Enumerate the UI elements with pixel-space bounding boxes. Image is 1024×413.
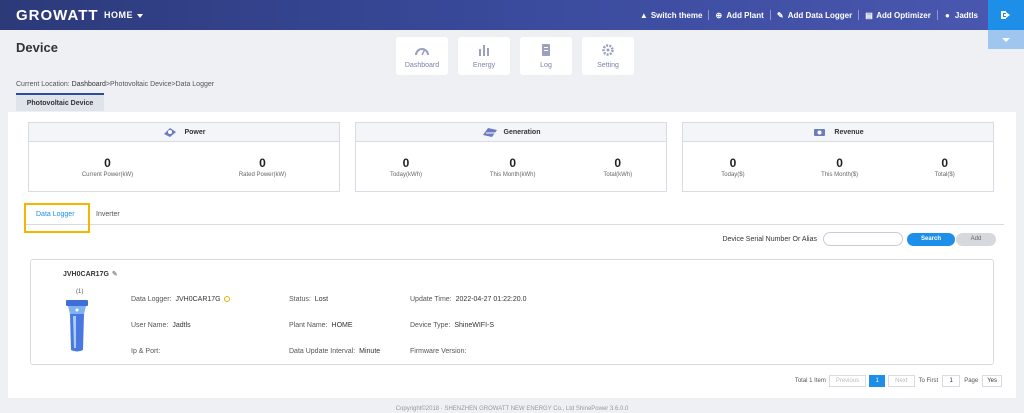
chevron-down-icon xyxy=(1002,37,1010,42)
user-icon: ● xyxy=(944,10,950,20)
field-user-name: User Name: Jadtls xyxy=(131,322,191,329)
pager-page-input[interactable]: 1 xyxy=(942,375,961,387)
add-plant-link[interactable]: ⊕ Add Plant xyxy=(709,10,771,20)
pagination: Total 1 Item Previous 1 Next To First 1 … xyxy=(795,375,1002,387)
info-icon[interactable] xyxy=(223,296,230,303)
home-menu[interactable]: HOME xyxy=(104,10,143,20)
logout-button[interactable] xyxy=(988,0,1024,30)
logger-name: JVH0CAR17G ✎ xyxy=(63,271,118,278)
field-firmware-version: Firmware Version: xyxy=(410,348,467,355)
current-power: 0 Current Power(kW) xyxy=(81,156,134,178)
power-icon xyxy=(164,128,177,137)
tab-inverter[interactable]: Inverter xyxy=(96,211,120,218)
add-data-logger-link[interactable]: ✎ Add Data Logger xyxy=(771,10,860,20)
home-menu-label: HOME xyxy=(104,10,133,20)
footer: Copyright©2018 · SHENZHEN GROWATT NEW EN… xyxy=(395,406,629,412)
generation-panel: Generation 0 Today(kWh) 0 This Month(kWh) … xyxy=(355,122,667,192)
power-panel-header: Power xyxy=(29,123,339,142)
add-optimizer-link[interactable]: ▤ Add Optimizer xyxy=(859,10,938,20)
power-panel: Power 0 Current Power(kW) 0 Rated Power(kW… xyxy=(28,122,340,192)
field-device-type: Device Type: ShineWIFI-S xyxy=(410,322,495,329)
search-label: Device Serial Number Or Alias xyxy=(722,235,817,243)
gear-icon xyxy=(602,43,614,56)
user-menu[interactable]: ● Jadtls xyxy=(938,10,984,20)
top-bar: GROWATT HOME ▲ Switch theme ⊕ Add Plant ✎ A… xyxy=(0,0,1024,30)
quick-nav: Dashboard Energy Log Setting xyxy=(396,37,634,75)
device-sub-tabs: Data Logger Inverter xyxy=(24,205,1004,225)
search-button[interactable]: Search xyxy=(907,232,955,246)
main-card: Power 0 Current Power(kW) 0 Rated Power(kW… xyxy=(8,112,1016,398)
quick-nav-log[interactable]: Log xyxy=(520,37,572,75)
shine-wifi-device-icon xyxy=(66,300,88,352)
shirt-icon: ▲ xyxy=(639,10,648,20)
growatt-logo[interactable]: GROWATT xyxy=(16,7,99,24)
quick-nav-dashboard[interactable]: Dashboard xyxy=(396,37,448,75)
bar-chart-icon xyxy=(479,44,489,56)
breadcrumb-dashboard-link[interactable]: Dashboard xyxy=(72,81,106,88)
gauge-icon xyxy=(415,47,429,55)
pencil-icon: ✎ xyxy=(776,10,784,20)
generation-icon xyxy=(482,128,497,137)
search-row: Device Serial Number Or Alias Search Add xyxy=(722,232,996,246)
pager-to-first: To First xyxy=(918,378,939,384)
revenue-panel: Revenue 0 Today($) 0 This Month($) 0 Total(… xyxy=(682,122,994,192)
add-button[interactable]: Add xyxy=(956,232,996,246)
data-logger-card: JVH0CAR17G ✎ (1) Data Logger: JVH0CAR17G S… xyxy=(30,259,994,365)
plus-circle-icon: ⊕ xyxy=(715,10,723,20)
pager-total: Total 1 Item xyxy=(794,378,826,384)
revenue-panel-header: Revenue xyxy=(683,123,993,142)
optimizer-icon: ▤ xyxy=(865,10,873,20)
pager-next-button[interactable]: Next xyxy=(888,375,915,387)
edit-pencil-icon[interactable]: ✎ xyxy=(112,271,118,278)
breadcrumb: Current Location: Dashboard>Photovoltaic… xyxy=(16,81,215,88)
generation-today: 0 Today(kWh) xyxy=(389,156,422,178)
quick-nav-energy[interactable]: Energy xyxy=(458,37,510,75)
page-title: Device xyxy=(16,40,58,55)
revenue-today: 0 Today($) xyxy=(721,156,745,178)
quick-nav-setting[interactable]: Setting xyxy=(582,37,634,75)
field-plant-name: Plant Name: HOME xyxy=(289,322,353,329)
pager-page-1[interactable]: 1 xyxy=(869,375,886,387)
revenue-month: 0 This Month($) xyxy=(821,156,859,178)
pager-previous-button[interactable]: Previous xyxy=(828,375,867,387)
pager-page-label: Page xyxy=(964,378,979,384)
field-update-time: Update Time: 2022-04-27 01:22:20.0 xyxy=(410,296,527,303)
logout-icon xyxy=(1001,11,1010,19)
revenue-total: 0 Total($) xyxy=(934,156,955,178)
generation-month: 0 This Month(kWh) xyxy=(489,156,536,178)
pager-go-button[interactable]: Yes xyxy=(982,375,1002,387)
generation-panel-header: Generation xyxy=(356,123,666,142)
generation-total: 0 Total(kWh) xyxy=(603,156,633,178)
caret-down-icon xyxy=(137,13,143,18)
field-data-logger: Data Logger: JVH0CAR17G xyxy=(131,296,230,303)
field-data-update-interval: Data Update Interval: Minute xyxy=(289,348,381,355)
top-actions: ▲ Switch theme ⊕ Add Plant ✎ Add Data Logge… xyxy=(634,0,984,30)
search-input[interactable] xyxy=(823,232,903,246)
field-status: Status: Lost xyxy=(289,296,329,303)
logger-count: (1) xyxy=(76,289,84,295)
tab-photovoltaic-device[interactable]: Photovoltaic Device xyxy=(16,93,104,111)
switch-theme-link[interactable]: ▲ Switch theme xyxy=(634,10,710,20)
document-icon xyxy=(542,43,550,56)
rated-power: 0 Rated Power(kW) xyxy=(238,156,287,178)
collapse-toggle[interactable] xyxy=(988,30,1024,49)
highlight-box xyxy=(24,203,90,233)
revenue-icon xyxy=(814,129,826,136)
field-ip-port: Ip & Port: xyxy=(131,348,161,355)
